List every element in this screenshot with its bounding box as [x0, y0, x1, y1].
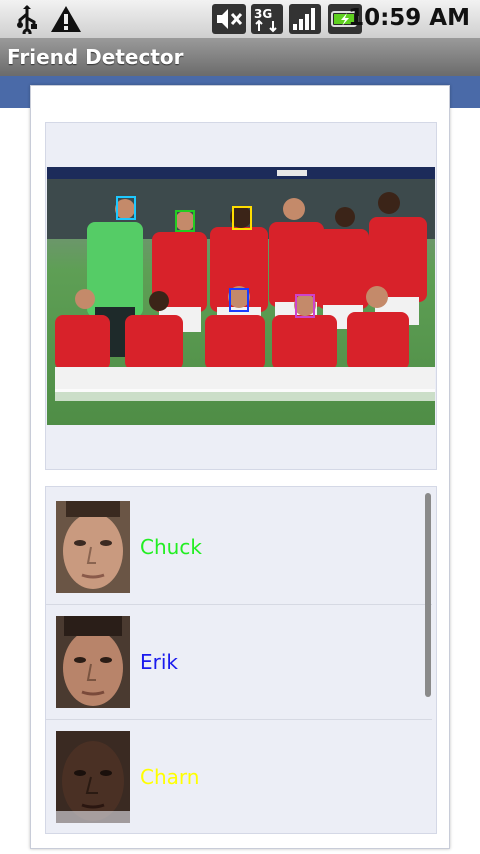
team-photo[interactable] [47, 167, 435, 425]
friend-list-item[interactable]: Erik [46, 602, 432, 716]
friend-name: Charn [140, 765, 200, 789]
friend-face-thumbnail [56, 501, 130, 593]
clock: 10:59 AM [348, 5, 470, 31]
friend-list-item[interactable]: Chuck [46, 487, 432, 601]
photo-frame [45, 122, 437, 470]
list-scrollbar[interactable] [425, 493, 431, 697]
muted-speaker-icon [212, 4, 246, 38]
status-bar: 3G 10:59 AM [0, 0, 480, 39]
usb-icon [12, 4, 42, 38]
warning-icon [50, 4, 82, 38]
title-bar: Friend Detector [0, 38, 480, 76]
friend-list-item[interactable]: Charn [46, 717, 432, 831]
friend-face-thumbnail [56, 731, 130, 823]
team-photo-drawing [47, 167, 435, 401]
friend-face-thumbnail [56, 616, 130, 708]
3g-data-icon: 3G [251, 4, 283, 38]
svg-text:3G: 3G [254, 7, 272, 21]
friend-name: Chuck [140, 535, 202, 559]
signal-icon [289, 4, 321, 38]
friend-list[interactable]: Chuck Erik Charn [45, 486, 437, 834]
friend-name: Erik [140, 650, 178, 674]
app-title: Friend Detector [7, 45, 184, 69]
content-panel: Chuck Erik Charn [30, 85, 450, 849]
